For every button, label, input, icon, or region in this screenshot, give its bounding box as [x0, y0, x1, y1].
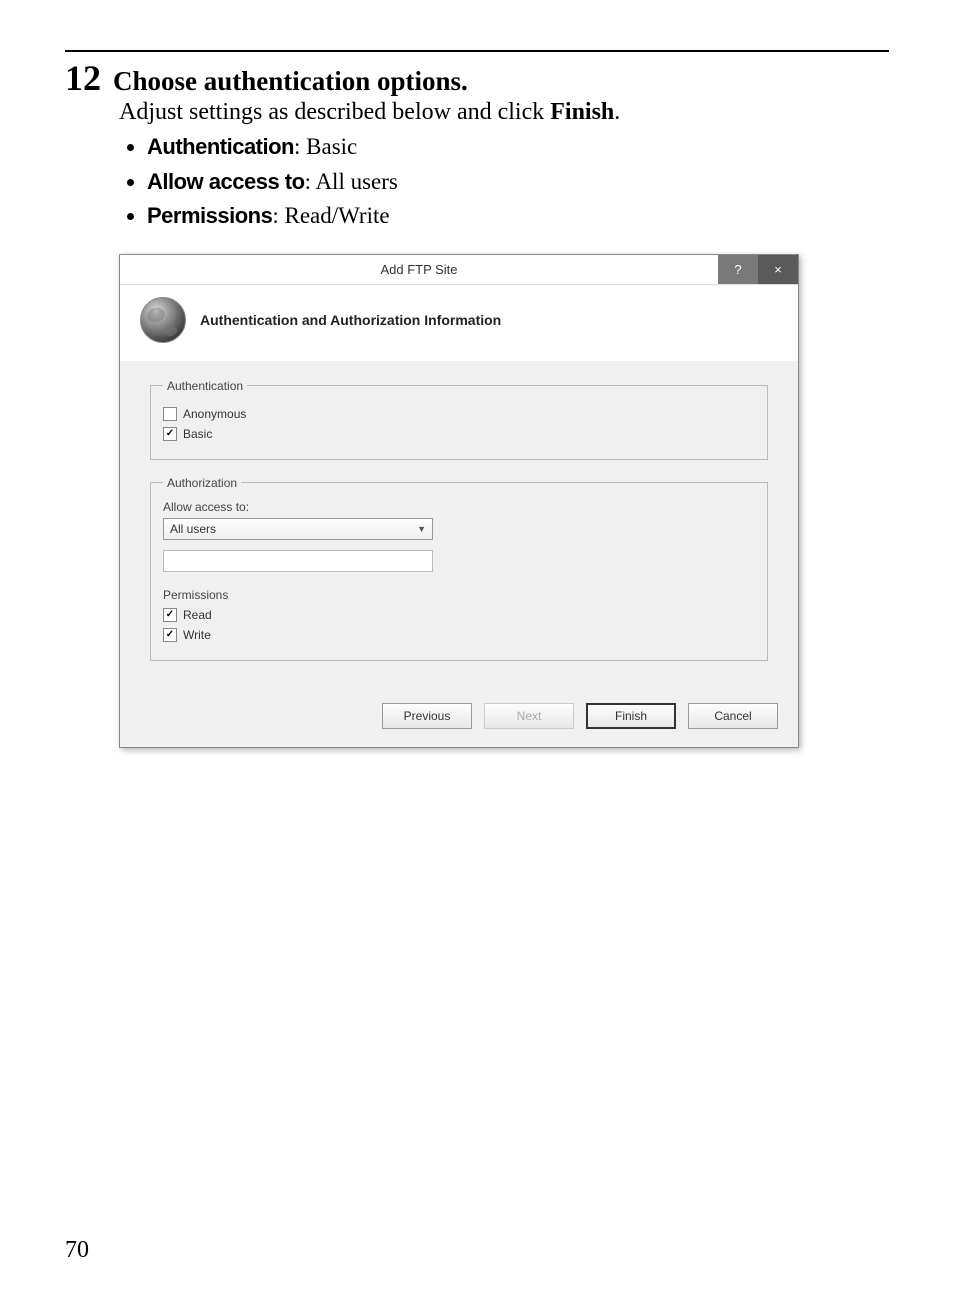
- dialog-footer: Previous Next Finish Cancel: [120, 687, 798, 747]
- anonymous-checkbox-row[interactable]: Anonymous: [163, 407, 755, 421]
- step-description: Adjust settings as described below and c…: [119, 99, 889, 126]
- bullet-label: Permissions: [147, 203, 272, 228]
- basic-checkbox-row[interactable]: Basic: [163, 427, 755, 441]
- allow-access-select[interactable]: All users ▼: [163, 518, 433, 540]
- bullet-permissions: Permissions: Read/Write: [147, 199, 889, 234]
- dialog-header-title: Authentication and Authorization Informa…: [200, 312, 501, 328]
- bullet-authentication: Authentication: Basic: [147, 130, 889, 165]
- step-desc-bold: Finish: [550, 99, 614, 125]
- step-header: 12 Choose authentication options.: [65, 60, 889, 97]
- read-checkbox[interactable]: [163, 608, 177, 622]
- write-label: Write: [183, 628, 211, 642]
- dialog-header: Authentication and Authorization Informa…: [120, 285, 798, 361]
- bullet-label: Allow access to: [147, 169, 305, 194]
- dialog-title: Add FTP Site: [120, 255, 718, 284]
- step-title: Choose authentication options.: [113, 66, 468, 97]
- close-button[interactable]: ×: [758, 255, 798, 284]
- finish-button[interactable]: Finish: [586, 703, 676, 729]
- bullet-value: : Read/Write: [272, 203, 389, 228]
- allow-access-label: Allow access to:: [163, 500, 755, 514]
- authorization-legend: Authorization: [163, 476, 241, 490]
- next-button: Next: [484, 703, 574, 729]
- dialog-body: Authentication Anonymous Basic Authoriza…: [120, 361, 798, 687]
- specify-users-input[interactable]: [163, 550, 433, 572]
- bullet-value: : All users: [305, 169, 398, 194]
- step-desc-prefix: Adjust settings as described below and c…: [119, 99, 550, 125]
- step-number: 12: [65, 60, 101, 96]
- bullet-list: Authentication: Basic Allow access to: A…: [147, 130, 889, 234]
- cancel-button[interactable]: Cancel: [688, 703, 778, 729]
- authentication-legend: Authentication: [163, 379, 247, 393]
- basic-label: Basic: [183, 427, 212, 441]
- authorization-fieldset: Authorization Allow access to: All users…: [150, 476, 768, 661]
- step-body: Adjust settings as described below and c…: [119, 99, 889, 234]
- anonymous-checkbox[interactable]: [163, 407, 177, 421]
- anonymous-label: Anonymous: [183, 407, 246, 421]
- globe-icon: [140, 297, 186, 343]
- help-button[interactable]: ?: [718, 255, 758, 284]
- select-value: All users: [170, 522, 216, 536]
- write-checkbox-row[interactable]: Write: [163, 628, 755, 642]
- chevron-down-icon: ▼: [417, 524, 426, 534]
- bullet-label: Authentication: [147, 134, 294, 159]
- read-checkbox-row[interactable]: Read: [163, 608, 755, 622]
- page-number: 70: [65, 1237, 89, 1264]
- write-checkbox[interactable]: [163, 628, 177, 642]
- bullet-allow-access: Allow access to: All users: [147, 165, 889, 200]
- read-label: Read: [183, 608, 212, 622]
- permissions-label: Permissions: [163, 588, 755, 602]
- step-desc-suffix: .: [614, 99, 620, 125]
- dialog-container: Add FTP Site ? × Authentication and Auth…: [119, 254, 799, 748]
- previous-button[interactable]: Previous: [382, 703, 472, 729]
- basic-checkbox[interactable]: [163, 427, 177, 441]
- bullet-value: : Basic: [294, 134, 357, 159]
- add-ftp-site-dialog: Add FTP Site ? × Authentication and Auth…: [119, 254, 799, 748]
- dialog-titlebar: Add FTP Site ? ×: [120, 255, 798, 285]
- top-rule: [65, 50, 889, 52]
- authentication-fieldset: Authentication Anonymous Basic: [150, 379, 768, 460]
